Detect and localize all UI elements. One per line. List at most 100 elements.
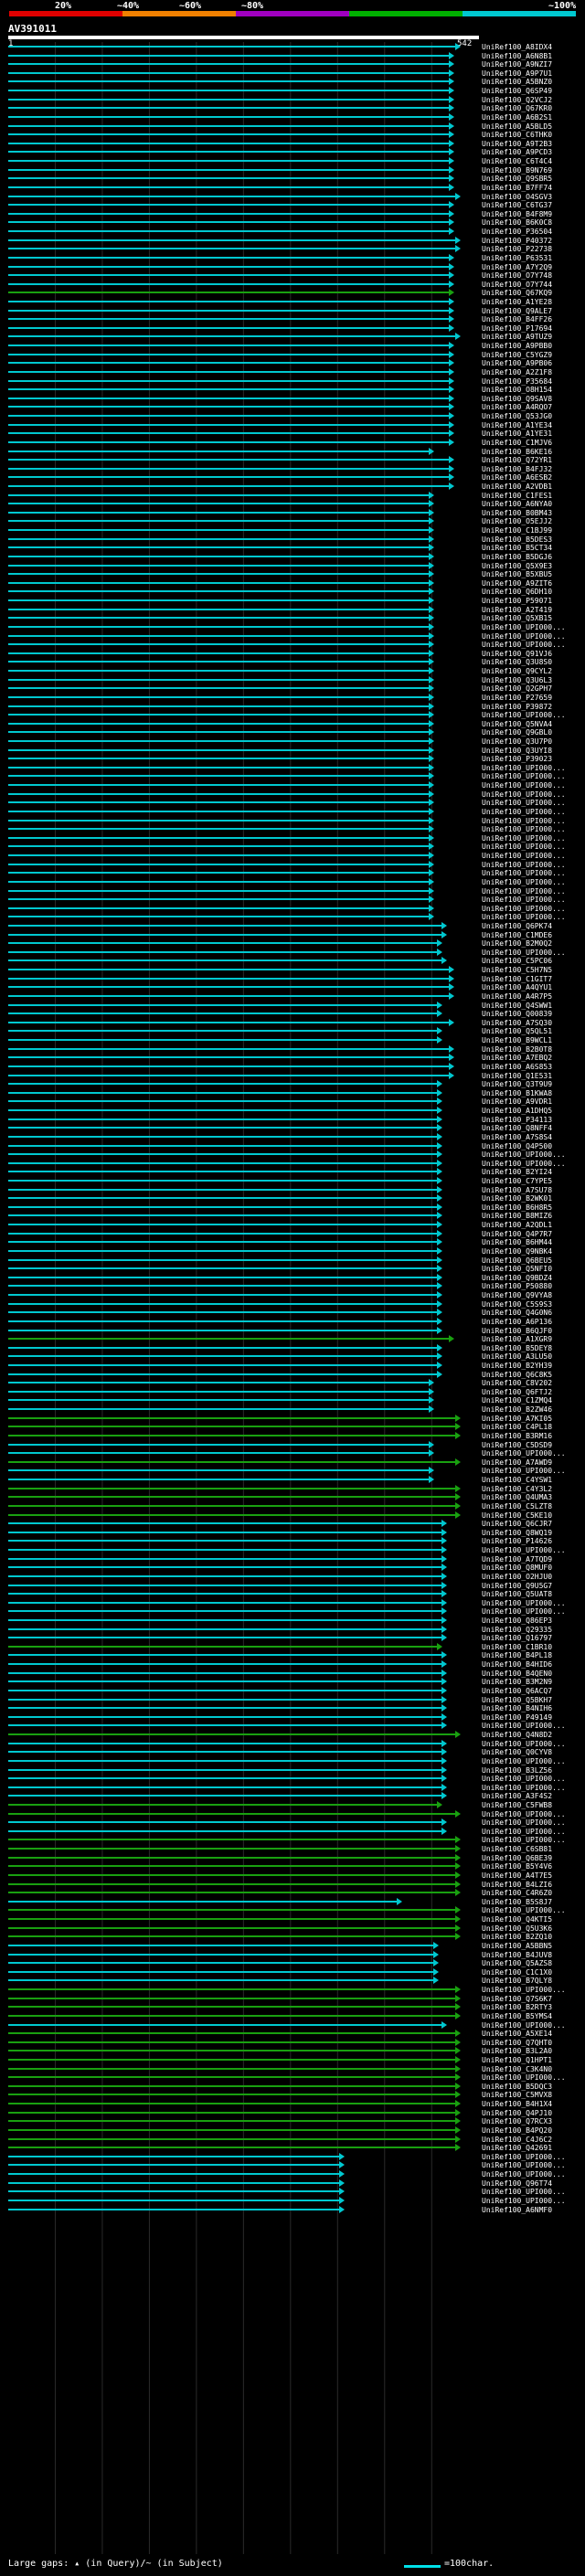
hit-bar[interactable] bbox=[8, 1590, 448, 1598]
hit-label[interactable]: UniRef100_O5EJJ2 bbox=[482, 517, 552, 525]
hit-bar[interactable] bbox=[8, 438, 454, 446]
hit-label[interactable]: UniRef100_B9WCL1 bbox=[482, 1036, 552, 1044]
hit-label[interactable]: UniRef100_Q8MUF0 bbox=[482, 1564, 552, 1572]
hit-label[interactable]: UniRef100_UPI000... bbox=[482, 764, 566, 772]
hit-label[interactable]: UniRef100_Q6BEU5 bbox=[482, 1256, 552, 1265]
hit-bar[interactable] bbox=[8, 578, 434, 587]
hit-bar[interactable] bbox=[8, 1054, 454, 1062]
hit-label[interactable]: UniRef100_Q4N8D2 bbox=[482, 1731, 552, 1739]
hit-bar[interactable] bbox=[8, 1660, 448, 1669]
hit-label[interactable]: UniRef100_A9ZIT6 bbox=[482, 579, 552, 588]
hit-bar[interactable] bbox=[8, 614, 434, 622]
hit-bar[interactable] bbox=[8, 386, 454, 394]
hit-bar[interactable] bbox=[8, 1616, 448, 1624]
hit-label[interactable]: UniRef100_Q67KQ9 bbox=[482, 289, 552, 297]
hit-label[interactable]: UniRef100_A5XE14 bbox=[482, 2030, 552, 2038]
hit-bar[interactable] bbox=[8, 1845, 461, 1853]
hit-bar[interactable] bbox=[8, 2091, 461, 2099]
hit-label[interactable]: UniRef100_C6T4C4 bbox=[482, 157, 552, 165]
hit-label[interactable]: UniRef100_UPI000... bbox=[482, 1467, 566, 1475]
hit-bar[interactable] bbox=[8, 78, 454, 86]
hit-bar[interactable] bbox=[8, 1933, 461, 1941]
hit-bar[interactable] bbox=[8, 1889, 461, 1897]
hit-bar[interactable] bbox=[8, 2047, 461, 2055]
hit-bar[interactable] bbox=[8, 1256, 443, 1264]
hit-bar[interactable] bbox=[8, 517, 434, 525]
hit-label[interactable]: UniRef100_B4FJ32 bbox=[482, 465, 552, 473]
hit-bar[interactable] bbox=[8, 131, 454, 139]
hit-label[interactable]: UniRef100_UPI000... bbox=[482, 623, 566, 631]
hit-label[interactable]: UniRef100_UPI000... bbox=[482, 905, 566, 913]
hit-bar[interactable] bbox=[8, 148, 454, 156]
hit-label[interactable]: UniRef100_B2YI24 bbox=[482, 1168, 552, 1176]
hit-label[interactable]: UniRef100_A7EBQ2 bbox=[482, 1054, 552, 1062]
hit-label[interactable]: UniRef100_UPI000... bbox=[482, 1599, 566, 1607]
hit-bar[interactable] bbox=[8, 2030, 461, 2038]
hit-label[interactable]: UniRef100_Q6SP49 bbox=[482, 87, 552, 95]
hit-bar[interactable] bbox=[8, 1669, 448, 1677]
hit-label[interactable]: UniRef100_UPI000... bbox=[482, 808, 566, 816]
hit-bar[interactable] bbox=[8, 948, 443, 956]
hit-bar[interactable] bbox=[8, 1801, 443, 1808]
hit-bar[interactable] bbox=[8, 1273, 443, 1281]
hit-bar[interactable] bbox=[8, 1967, 439, 1976]
hit-label[interactable]: UniRef100_UPI000... bbox=[482, 1828, 566, 1836]
hit-bar[interactable] bbox=[8, 843, 434, 851]
hit-label[interactable]: UniRef100_B2YH39 bbox=[482, 1362, 552, 1370]
hit-label[interactable]: UniRef100_UPI000... bbox=[482, 2021, 566, 2030]
hit-bar[interactable] bbox=[8, 1827, 448, 1835]
hit-label[interactable]: UniRef100_Q4PJ10 bbox=[482, 2109, 552, 2117]
hit-bar[interactable] bbox=[8, 367, 454, 376]
hit-bar[interactable] bbox=[8, 2020, 448, 2029]
hit-label[interactable]: UniRef100_B5Y4V6 bbox=[482, 1862, 552, 1871]
hit-bar[interactable] bbox=[8, 403, 454, 411]
hit-label[interactable]: UniRef100_P36504 bbox=[482, 228, 552, 236]
hit-label[interactable]: UniRef100_Q53JG0 bbox=[482, 412, 552, 420]
hit-label[interactable]: UniRef100_B5DES3 bbox=[482, 535, 552, 544]
hit-label[interactable]: UniRef100_C1BJ99 bbox=[482, 526, 552, 535]
hit-label[interactable]: UniRef100_B6K0C8 bbox=[482, 218, 552, 227]
hit-bar[interactable] bbox=[8, 420, 454, 429]
hit-label[interactable]: UniRef100_B6H8R5 bbox=[482, 1203, 552, 1212]
hit-label[interactable]: UniRef100_B3M2N9 bbox=[482, 1678, 552, 1686]
hit-label[interactable]: UniRef100_Q5UAT8 bbox=[482, 1590, 552, 1598]
hit-label[interactable]: UniRef100_A7KI05 bbox=[482, 1415, 552, 1423]
hit-label[interactable]: UniRef100_B7QLY8 bbox=[482, 1977, 552, 1985]
hit-label[interactable]: UniRef100_A7SQ30 bbox=[482, 1019, 552, 1027]
hit-label[interactable]: UniRef100_A8IDX4 bbox=[482, 43, 552, 51]
hit-bar[interactable] bbox=[8, 1370, 443, 1378]
hit-label[interactable]: UniRef100_UPI000... bbox=[482, 1818, 566, 1827]
hit-label[interactable]: UniRef100_Q72YR1 bbox=[482, 456, 552, 464]
hit-bar[interactable] bbox=[8, 376, 454, 385]
hit-label[interactable]: UniRef100_Q2VCJ2 bbox=[482, 96, 552, 104]
hit-label[interactable]: UniRef100_Q6ACQ7 bbox=[482, 1687, 552, 1695]
hit-bar[interactable] bbox=[8, 1792, 448, 1800]
hit-bar[interactable] bbox=[8, 112, 454, 121]
hit-label[interactable]: UniRef100_A1YE31 bbox=[482, 429, 552, 438]
hit-bar[interactable] bbox=[8, 535, 434, 543]
hit-label[interactable]: UniRef100_Q9SAV8 bbox=[482, 395, 552, 403]
hit-bar[interactable] bbox=[8, 649, 434, 657]
hit-label[interactable]: UniRef100_A9PBB0 bbox=[482, 342, 552, 350]
hit-label[interactable]: UniRef100_A7S8S4 bbox=[482, 1133, 552, 1141]
hit-bar[interactable] bbox=[8, 175, 454, 183]
hit-bar[interactable] bbox=[8, 1449, 434, 1458]
hit-label[interactable]: UniRef100_Q8NFF4 bbox=[482, 1124, 552, 1132]
hit-bar[interactable] bbox=[8, 1221, 443, 1229]
hit-bar[interactable] bbox=[8, 807, 434, 815]
hit-bar[interactable] bbox=[8, 1977, 439, 1985]
hit-label[interactable]: UniRef100_C5S9S3 bbox=[482, 1300, 552, 1309]
hit-bar[interactable] bbox=[8, 588, 434, 596]
hit-label[interactable]: UniRef100_C8V202 bbox=[482, 1379, 552, 1387]
hit-label[interactable]: UniRef100_A1YE28 bbox=[482, 298, 552, 306]
hit-label[interactable]: UniRef100_P39023 bbox=[482, 755, 552, 763]
hit-label[interactable]: UniRef100_B4H1X4 bbox=[482, 2100, 552, 2108]
hit-label[interactable]: UniRef100_P49149 bbox=[482, 1713, 552, 1722]
hit-bar[interactable] bbox=[8, 1168, 443, 1176]
hit-bar[interactable] bbox=[8, 1775, 448, 1783]
hit-bar[interactable] bbox=[8, 658, 434, 666]
hit-bar[interactable] bbox=[8, 183, 454, 191]
hit-label[interactable]: UniRef100_P14626 bbox=[482, 1537, 552, 1545]
hit-label[interactable]: UniRef100_O7Y744 bbox=[482, 281, 552, 289]
hit-label[interactable]: UniRef100_Q6PK74 bbox=[482, 922, 552, 930]
